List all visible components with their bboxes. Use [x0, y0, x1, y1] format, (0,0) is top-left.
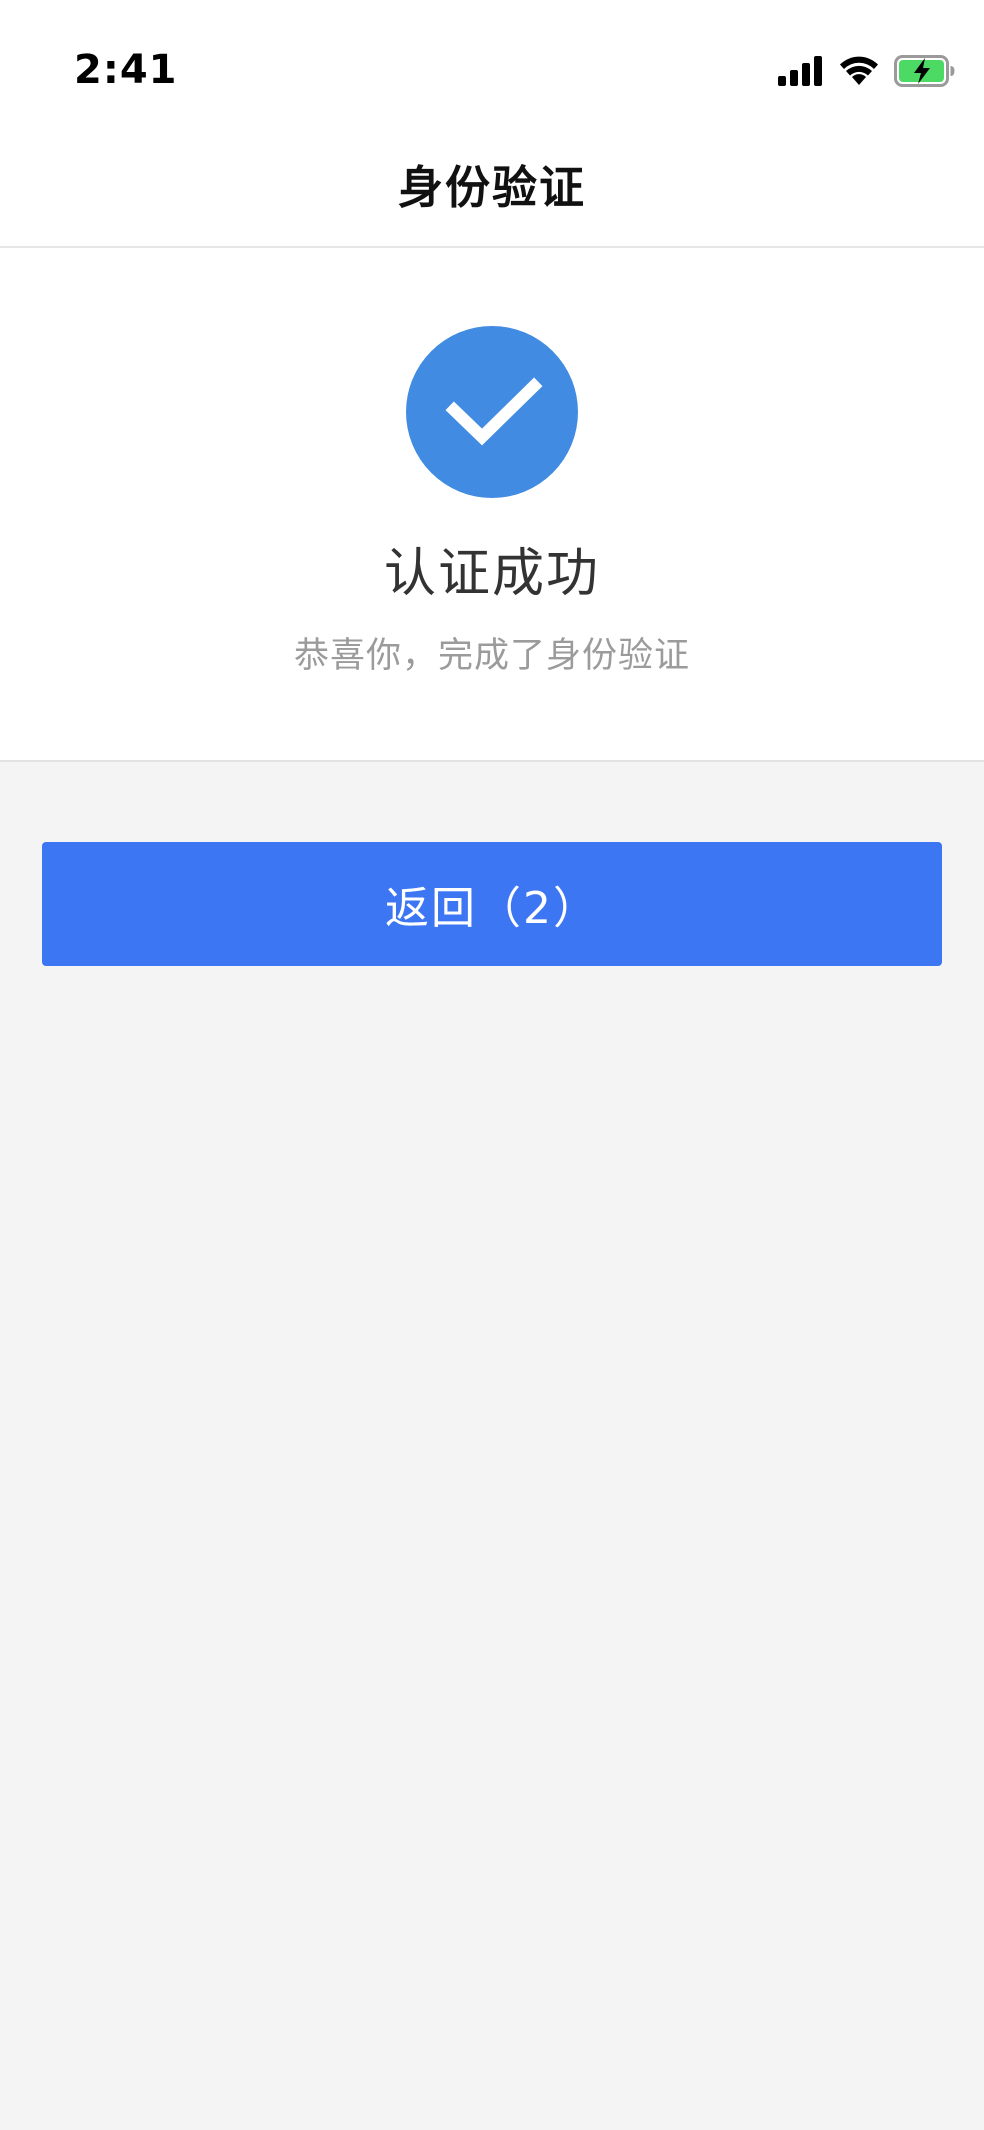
- cellular-signal-icon: [778, 56, 824, 86]
- battery-charging-icon: [894, 55, 956, 87]
- status-bar: 2:41: [0, 0, 984, 120]
- result-card: 认证成功 恭喜你，完成了身份验证: [0, 248, 984, 762]
- result-subtitle: 恭喜你，完成了身份验证: [293, 636, 690, 676]
- screen: 2:41 身份验证 认证成功 恭喜你，完成了身份验证 返回（2）: [0, 0, 984, 2130]
- page-title: 身份验证: [397, 160, 586, 214]
- result-title: 认证成功: [383, 544, 600, 604]
- status-time: 2:41: [74, 47, 178, 93]
- status-icons: [778, 54, 956, 88]
- wifi-icon: [838, 55, 880, 87]
- back-button[interactable]: 返回（2）: [42, 842, 942, 966]
- checkmark-circle-icon: [406, 326, 578, 498]
- nav-bar: 身份验证: [0, 120, 984, 248]
